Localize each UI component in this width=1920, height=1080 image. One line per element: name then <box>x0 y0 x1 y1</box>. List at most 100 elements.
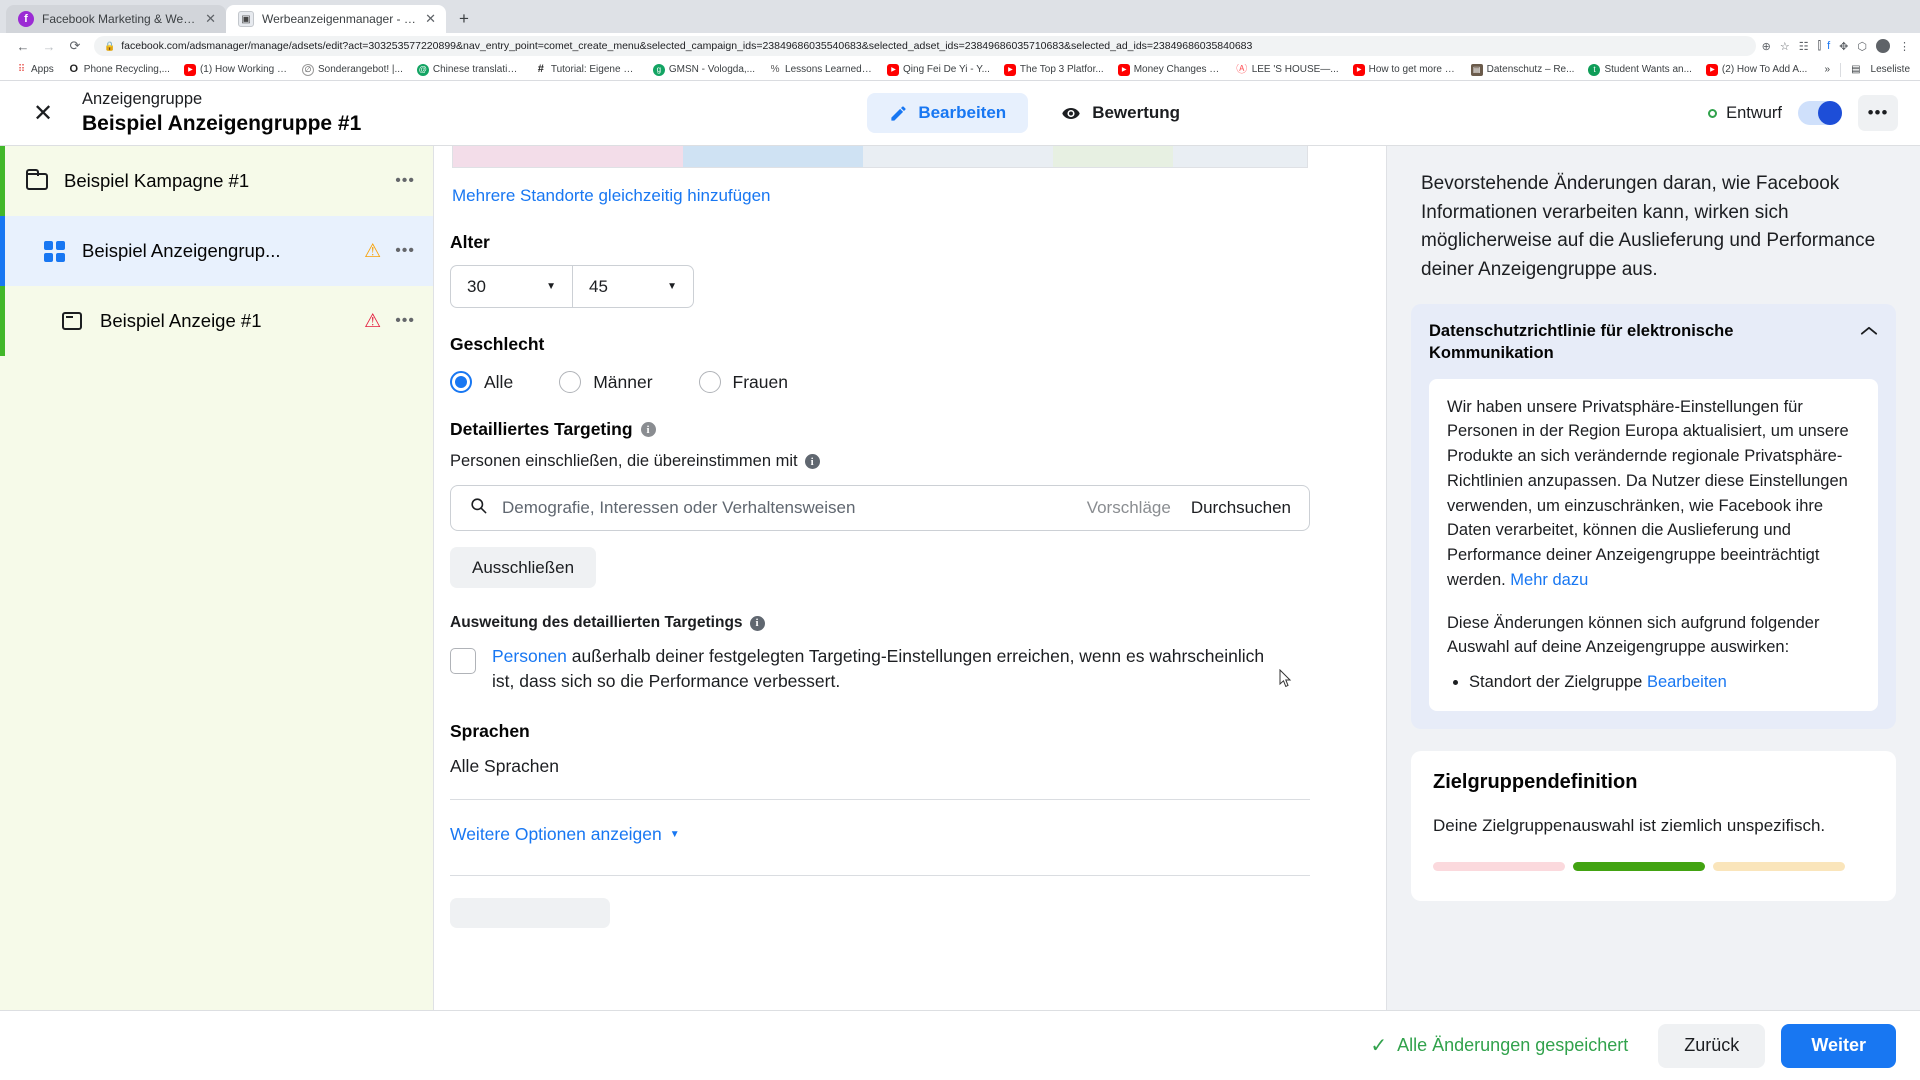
row-menu-button[interactable]: ••• <box>395 312 415 330</box>
status-dot-icon <box>1708 108 1718 118</box>
puzzle-icon[interactable]: ✥ <box>1839 40 1848 53</box>
info-icon[interactable]: i <box>749 615 765 631</box>
learn-more-link[interactable]: Mehr dazu <box>1510 571 1588 589</box>
edit-location-link[interactable]: Bearbeiten <box>1647 673 1727 691</box>
privacy-card-header[interactable]: Datenschutzrichtlinie für elektronische … <box>1429 320 1878 365</box>
add-multiple-locations-link[interactable]: Mehrere Standorte gleichzeitig hinzufüge… <box>452 186 770 206</box>
accent-bar <box>0 286 5 356</box>
footer-bar: ✓ Alle Änderungen gespeichert Zurück Wei… <box>0 1010 1920 1080</box>
back-icon[interactable]: ← <box>10 35 36 57</box>
bookmark-item[interactable]: How to get more v... <box>1346 63 1464 76</box>
bookmark-item[interactable]: # Tutorial: Eigene Fa... <box>528 64 646 76</box>
sidebar-item-label: Beispiel Kampagne #1 <box>64 170 250 191</box>
info-icon[interactable]: i <box>640 422 656 437</box>
privacy-paragraph-1-text: Wir haben unsere Privatsphäre-Einstellun… <box>1447 397 1849 589</box>
bookmark-item[interactable]: t Student Wants an... <box>1581 63 1698 76</box>
list-item: Standort der Zielgruppe Bearbeiten <box>1469 670 1860 695</box>
age-min-select[interactable]: 30 ▼ <box>450 265 572 308</box>
hash-icon: # <box>537 63 544 75</box>
bookmark-item[interactable]: @ Chinese translatio... <box>410 63 528 76</box>
divider <box>450 874 1310 876</box>
back-button[interactable]: Zurück <box>1658 1023 1766 1068</box>
status-toggle[interactable] <box>1798 101 1842 125</box>
expansion-label-row: Ausweitung des detaillierten Targetings … <box>450 614 1310 632</box>
placeholder-block <box>450 897 610 928</box>
address-bar[interactable]: 🔒 facebook.com/adsmanager/manage/adsets/… <box>94 36 1756 56</box>
info-icon[interactable]: i <box>804 454 820 469</box>
percent-icon: % <box>770 63 780 75</box>
gender-option-maenner[interactable]: Männer <box>559 371 653 393</box>
show-more-options-link[interactable]: Weitere Optionen anzeigen ▼ <box>450 824 680 845</box>
bookmarks-overflow-button[interactable]: » <box>1825 64 1831 75</box>
browser-toolbar: ← → ⟳ 🔒 facebook.com/adsmanager/manage/a… <box>0 33 1920 59</box>
browser-tab-0[interactable]: f Facebook Marketing & Werbea ✕ <box>6 5 226 33</box>
bookmark-item[interactable]: Money Changes E... <box>1111 63 1229 76</box>
close-editor-button[interactable]: ✕ <box>22 92 64 134</box>
bookmark-star-icon[interactable]: ☆ <box>1780 40 1790 53</box>
people-link[interactable]: Personen <box>492 646 567 666</box>
meter-segment-low <box>1433 861 1565 871</box>
chevron-down-icon: ▼ <box>669 828 680 840</box>
bookmark-item[interactable]: g GMSN - Vologda,... <box>646 63 762 76</box>
forward-icon[interactable]: → <box>36 35 62 57</box>
bookmark-item[interactable]: % Lessons Learned f... <box>762 64 880 76</box>
sidebar-item-campaign[interactable]: Beispiel Kampagne #1 ••• <box>0 146 433 216</box>
reading-list-label[interactable]: Leseliste <box>1871 64 1910 75</box>
audience-specificity-meter <box>1433 861 1874 871</box>
accent-bar <box>0 216 5 286</box>
location-map-preview[interactable] <box>452 146 1308 168</box>
avatar[interactable]: ◉ <box>1876 39 1890 53</box>
youtube-icon <box>887 63 900 76</box>
row-menu-button[interactable]: ••• <box>395 172 415 190</box>
form-scroll-area[interactable]: Mehrere Standorte gleichzeitig hinzufüge… <box>434 146 1386 1080</box>
address-bar-url: facebook.com/adsmanager/manage/adsets/ed… <box>121 40 1253 52</box>
browse-button[interactable]: Durchsuchen <box>1191 498 1291 518</box>
chevron-up-icon[interactable] <box>1860 320 1878 341</box>
bookmark-item[interactable]: (1) How Working a... <box>177 63 295 76</box>
gender-option-frauen[interactable]: Frauen <box>698 371 788 393</box>
suggestions-button[interactable]: Vorschläge <box>1087 498 1171 518</box>
zoom-icon[interactable]: ⊕ <box>1762 40 1771 53</box>
status-badge: Entwurf <box>1708 104 1782 123</box>
expansion-checkbox-row[interactable]: Personen außerhalb deiner festgelegten T… <box>450 644 1310 695</box>
more-options-button[interactable]: ••• <box>1858 95 1898 131</box>
tab-bearbeiten[interactable]: Bearbeiten <box>867 93 1029 133</box>
gmsn-icon: g <box>652 63 665 76</box>
close-icon[interactable]: ✕ <box>205 11 216 27</box>
browser-menu-icon[interactable]: ⋮ <box>1899 40 1910 53</box>
bookmark-label: GMSN - Vologda,... <box>668 64 756 75</box>
row-menu-button[interactable]: ••• <box>395 242 415 260</box>
facebook-extension-icon[interactable]: f <box>1827 40 1830 52</box>
bookmark-item[interactable]: O Phone Recycling,... <box>61 64 177 76</box>
sidebar-item-ad[interactable]: Beispiel Anzeige #1 ⚠ ••• <box>0 286 433 356</box>
next-button[interactable]: Weiter <box>1781 1023 1896 1068</box>
facebook-icon: f <box>18 11 34 27</box>
age-max-select[interactable]: 45 ▼ <box>572 265 694 308</box>
extension-extra-icon[interactable]: ⬡ <box>1857 40 1867 53</box>
error-icon: ⚠ <box>364 310 382 332</box>
gender-option-alle[interactable]: Alle <box>450 371 513 393</box>
bookmark-item[interactable]: Qing Fei De Yi - Y... <box>880 63 997 76</box>
bookmark-item[interactable]: Ⓐ LEE 'S HOUSE—... <box>1229 64 1346 76</box>
targeting-search-box[interactable]: Vorschläge Durchsuchen <box>450 485 1310 531</box>
new-tab-button[interactable]: + <box>450 5 478 33</box>
bookmark-item[interactable]: ▤ Datenschutz – Re... <box>1464 63 1582 76</box>
browser-tab-1[interactable]: ▣ Werbeanzeigenmanager - Wer ✕ <box>226 5 446 33</box>
search-icon <box>469 496 488 520</box>
pencil-icon <box>889 104 908 123</box>
reload-icon[interactable]: ⟳ <box>62 35 88 57</box>
tab-bewertung[interactable]: Bewertung <box>1038 93 1202 133</box>
exclude-button[interactable]: Ausschließen <box>450 547 597 588</box>
bookmark-item[interactable]: The Top 3 Platfor... <box>997 63 1111 76</box>
privacy-policy-card: Datenschutzrichtlinie für elektronische … <box>1411 304 1896 729</box>
bookmark-item[interactable]: ⠿ Apps <box>8 64 61 76</box>
bookmark-item[interactable]: (2) How To Add A... <box>1699 63 1814 76</box>
targeting-search-input[interactable] <box>502 498 1067 518</box>
profile-group-icon[interactable]: ☷ <box>1799 40 1809 53</box>
languages-value[interactable]: Alle Sprachen <box>450 756 1310 777</box>
sidebar-item-adset[interactable]: Beispiel Anzeigengrup... ⚠ ••• <box>0 216 433 286</box>
close-icon[interactable]: ✕ <box>425 11 436 27</box>
bookmark-item[interactable]: ∅ Sonderangebot! |... <box>295 63 410 76</box>
expansion-checkbox[interactable] <box>450 648 476 674</box>
radio-icon <box>698 371 721 393</box>
